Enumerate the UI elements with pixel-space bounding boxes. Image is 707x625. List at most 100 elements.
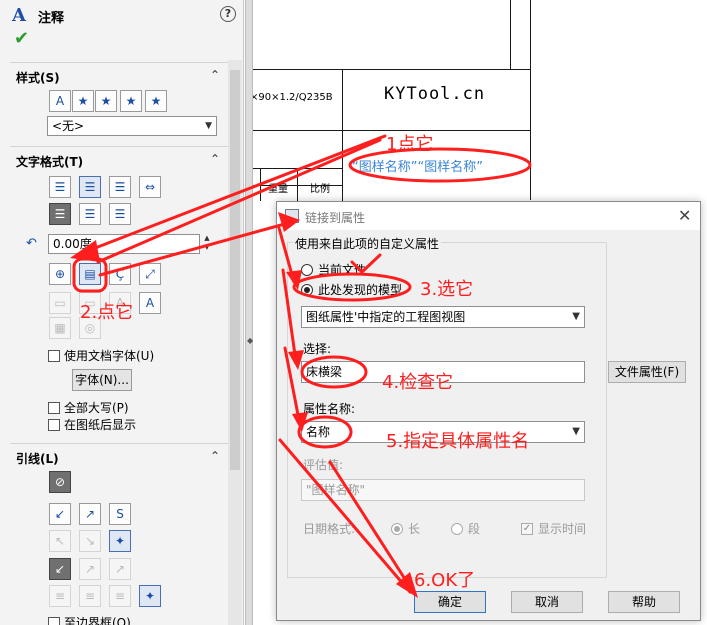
spline-leader-icon[interactable]: S bbox=[109, 503, 131, 525]
linked-note-text[interactable]: “图样名称”“图样名称” bbox=[352, 156, 483, 175]
angle-input[interactable]: 0.00度 bbox=[48, 234, 200, 254]
show-time-label: 显示时间 bbox=[538, 522, 587, 536]
radio-date-long: 长 bbox=[391, 520, 420, 537]
divider bbox=[10, 62, 228, 63]
date-long-label: 长 bbox=[408, 522, 421, 536]
stacked-note-icon[interactable]: A bbox=[139, 292, 161, 314]
attach-mid-icon: ≡ bbox=[79, 585, 101, 607]
apply-style-icon[interactable]: A bbox=[49, 90, 71, 112]
radio-date-short: 段 bbox=[451, 520, 480, 537]
add-style-icon[interactable]: ★ bbox=[72, 90, 94, 112]
align-center-icon[interactable]: ☰ bbox=[79, 176, 101, 198]
checkbox-box[interactable] bbox=[48, 616, 60, 625]
load-style-icon[interactable]: ★ bbox=[145, 90, 167, 112]
dialog-title: 链接到属性 bbox=[305, 211, 366, 225]
radio-current-document[interactable]: 当前文件 bbox=[301, 261, 366, 278]
leader-nearest-icon[interactable]: ✦ bbox=[109, 530, 131, 552]
no-leader-icon[interactable]: ⊘ bbox=[49, 471, 71, 493]
annotation-step1: 1点它 bbox=[386, 134, 434, 155]
justify-icon[interactable]: ⇔ bbox=[139, 176, 161, 198]
close-icon[interactable]: ✕ bbox=[678, 206, 691, 225]
model-source-combobox[interactable]: 图纸属性'中指定的工程图视图 ▼ bbox=[301, 306, 585, 328]
use-doc-font-checkbox[interactable]: 使用文档字体(U) bbox=[48, 347, 154, 364]
attach-nearest-icon[interactable]: ✦ bbox=[139, 585, 161, 607]
radio-button[interactable] bbox=[301, 283, 313, 296]
hatch-icon: ▦ bbox=[49, 317, 71, 339]
checkbox-box[interactable] bbox=[48, 349, 60, 362]
all-caps-checkbox[interactable]: 全部大写(P) bbox=[48, 399, 129, 416]
frame-line bbox=[530, 0, 531, 200]
style-dropdown[interactable]: <无> ▼ bbox=[47, 116, 217, 136]
ok-check-icon[interactable]: ✔ bbox=[14, 30, 29, 48]
groupbox-title: 使用来自此项的自定义属性 bbox=[293, 235, 442, 252]
radio-button[interactable] bbox=[301, 263, 313, 276]
use-doc-font-label: 使用文档字体(U) bbox=[64, 349, 155, 363]
style-group-title: 样式(S) bbox=[16, 71, 60, 85]
valign-bottom-icon[interactable]: ☰ bbox=[109, 203, 131, 225]
collapse-icon[interactable]: ⌃ bbox=[210, 152, 220, 166]
dialog-app-icon bbox=[285, 209, 299, 223]
checkbox-box[interactable] bbox=[48, 401, 60, 414]
file-properties-button[interactable]: 文件属性(F) bbox=[608, 361, 686, 383]
title-block-text: KYTool.cn bbox=[384, 84, 486, 104]
radio-button bbox=[391, 522, 403, 535]
lock-symbol-icon[interactable]: ⤢ bbox=[139, 263, 161, 285]
behind-sheet-checkbox[interactable]: 在图纸后显示 bbox=[48, 416, 136, 433]
ok-button[interactable]: 确定 bbox=[414, 591, 486, 613]
attach-top-icon: ≡ bbox=[49, 585, 71, 607]
bent-leader-icon[interactable]: ↗ bbox=[79, 503, 101, 525]
spec-text: ×90×1.2/Q235B bbox=[250, 92, 333, 103]
annotation-step2: 2.点它 bbox=[80, 302, 134, 323]
cancel-button[interactable]: 取消 bbox=[511, 591, 583, 613]
arrow-style2-icon: ↗ bbox=[79, 558, 101, 580]
collapse-icon[interactable]: ⌃ bbox=[210, 449, 220, 463]
add-symbol-icon[interactable]: Ç bbox=[109, 263, 131, 285]
help-button[interactable]: 帮助 bbox=[608, 591, 680, 613]
property-name-value: 名称 bbox=[306, 425, 331, 439]
panel-splitter[interactable]: ◆ bbox=[245, 0, 253, 625]
evaluated-value-field: "图样名称" bbox=[301, 479, 585, 501]
align-left-icon[interactable]: ☰ bbox=[49, 176, 71, 198]
angle-spinner[interactable]: ▲ ▼ bbox=[201, 234, 213, 254]
scale-label: 比例 bbox=[310, 184, 330, 195]
font-button[interactable]: 字体(N)... bbox=[72, 369, 132, 391]
panel-scrollbar[interactable] bbox=[228, 60, 242, 625]
frame-line bbox=[260, 168, 261, 201]
select-label: 选择: bbox=[303, 342, 332, 356]
radio-model-found-here[interactable]: 此处发现的模型 bbox=[301, 281, 402, 298]
attach-bottom-icon: ≡ bbox=[109, 585, 131, 607]
straight-leader-icon[interactable]: ↙ bbox=[49, 503, 71, 525]
arrow-style-icon[interactable]: ↙ bbox=[49, 558, 71, 580]
save-style-icon[interactable]: ★ bbox=[120, 90, 142, 112]
chevron-down-icon: ▼ bbox=[205, 121, 212, 131]
dialog-titlebar[interactable]: 链接到属性 ✕ bbox=[277, 202, 700, 230]
screen: ×90×1.2/Q235B 重量 比例 KYTool.cn “图样名称”“图样名… bbox=[0, 0, 707, 625]
behind-sheet-label: 在图纸后显示 bbox=[64, 418, 137, 432]
valign-top-icon[interactable]: ☰ bbox=[49, 203, 71, 225]
model-source-value: 图纸属性'中指定的工程图视图 bbox=[306, 310, 466, 324]
weight-label: 重量 bbox=[268, 184, 288, 195]
divider bbox=[10, 146, 228, 147]
checkbox-box[interactable] bbox=[48, 418, 60, 431]
leader-group-title: 引线(L) bbox=[16, 452, 59, 466]
divider bbox=[10, 443, 228, 444]
align-right-icon[interactable]: ☰ bbox=[109, 176, 131, 198]
evaluated-value-label: 评估值: bbox=[303, 458, 344, 472]
help-icon[interactable]: ? bbox=[220, 6, 236, 22]
link-to-property-dialog: 链接到属性 ✕ 使用来自此项的自定义属性 当前文件 此处发现的模型 图纸属性'中… bbox=[276, 201, 701, 621]
splitter-grip-icon: ◆ bbox=[247, 336, 254, 345]
text-format-group-title: 文字格式(T) bbox=[16, 155, 84, 169]
collapse-icon[interactable]: ⌃ bbox=[210, 68, 220, 82]
leader-right-icon: ↘ bbox=[79, 530, 101, 552]
checkbox-box: ✓ bbox=[521, 522, 533, 535]
insert-hyperlink-icon[interactable]: ⊕ bbox=[49, 263, 71, 285]
to-boundary-checkbox[interactable]: 至边界框(O) bbox=[48, 614, 131, 625]
leader-left-icon: ↖ bbox=[49, 530, 71, 552]
style-dropdown-value: <无> bbox=[52, 119, 85, 133]
link-to-property-icon[interactable]: ▤ bbox=[79, 263, 101, 285]
chevron-down-icon: ▼ bbox=[572, 311, 580, 322]
delete-style-icon[interactable]: ★ bbox=[95, 90, 117, 112]
scrollbar-thumb[interactable] bbox=[230, 70, 240, 470]
date-short-label: 段 bbox=[468, 522, 481, 536]
valign-middle-icon[interactable]: ☰ bbox=[79, 203, 101, 225]
